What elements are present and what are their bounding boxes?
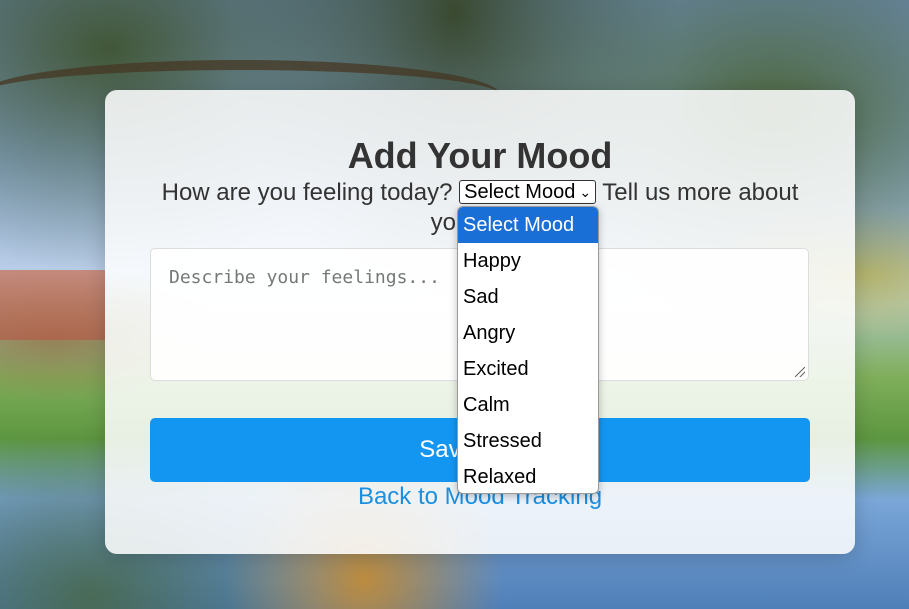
mood-option-angry[interactable]: Angry <box>458 315 598 351</box>
mood-dropdown-list: Select Mood Happy Sad Angry Excited Calm… <box>457 206 599 494</box>
description-placeholder: Describe your feelings... <box>169 267 440 288</box>
mood-option-calm[interactable]: Calm <box>458 387 598 423</box>
mood-option-happy[interactable]: Happy <box>458 243 598 279</box>
page-title: Add Your Mood <box>347 135 613 176</box>
background-house <box>0 270 105 340</box>
mood-select-value: Select Mood <box>464 181 576 203</box>
chevron-down-icon: ⌄ <box>579 184 592 200</box>
mood-select[interactable]: Select Mood ⌄ <box>459 180 597 204</box>
mood-option-stressed[interactable]: Stressed <box>458 423 598 459</box>
mood-option-excited[interactable]: Excited <box>458 351 598 387</box>
mood-option-relaxed[interactable]: Relaxed <box>458 459 598 493</box>
resize-handle-icon[interactable] <box>795 367 805 377</box>
mood-option-sad[interactable]: Sad <box>458 279 598 315</box>
mood-option-select-mood[interactable]: Select Mood <box>458 207 598 243</box>
prompt-question: How are you feeling today? <box>161 179 453 206</box>
